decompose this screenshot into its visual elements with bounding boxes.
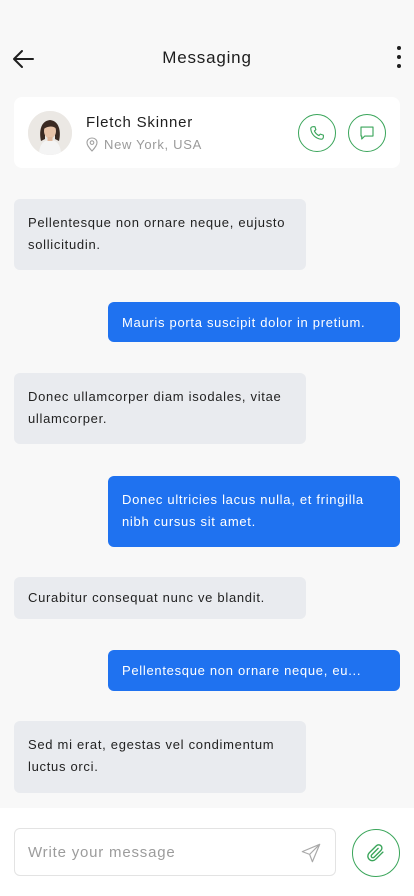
chat-bubble-icon (360, 126, 374, 140)
message-outgoing: Mauris porta suscipit dolor in pretium. (108, 302, 400, 342)
message-button[interactable] (348, 114, 386, 152)
avatar-image (28, 111, 72, 155)
message-outgoing: Pellentesque non ornare neque, eu... (108, 650, 400, 691)
message-incoming: Sed mi erat, egestas vel condimentum luc… (14, 721, 306, 793)
contact-location: New York, USA (86, 137, 202, 152)
map-pin-icon (86, 137, 98, 152)
paperclip-icon (367, 844, 384, 862)
avatar[interactable] (28, 111, 72, 155)
contact-name: Fletch Skinner (86, 114, 194, 131)
messaging-screen: Messaging Fletch Skinner New York, USA P… (0, 0, 414, 896)
contact-card: Fletch Skinner New York, USA (14, 97, 400, 168)
message-incoming: Donec ullamcorper diam isodales, vitae u… (14, 373, 306, 444)
message-incoming: Curabitur consequat nunc ve blandit. (14, 577, 306, 619)
message-input[interactable] (28, 829, 298, 875)
contact-location-text: New York, USA (104, 137, 202, 152)
message-input-wrapper (14, 828, 336, 876)
send-icon (301, 843, 321, 863)
more-vertical-icon (397, 46, 401, 50)
more-options-button[interactable] (394, 43, 404, 71)
call-button[interactable] (298, 114, 336, 152)
phone-icon (310, 126, 324, 140)
send-button[interactable] (299, 841, 323, 865)
page-title: Messaging (162, 48, 252, 67)
message-outgoing: Donec ultricies lacus nulla, et fringill… (108, 476, 400, 547)
composer-bar (0, 808, 414, 896)
message-incoming: Pellentesque non ornare neque, eujusto s… (14, 199, 306, 270)
header: Messaging (0, 36, 414, 80)
attach-button[interactable] (352, 829, 400, 877)
